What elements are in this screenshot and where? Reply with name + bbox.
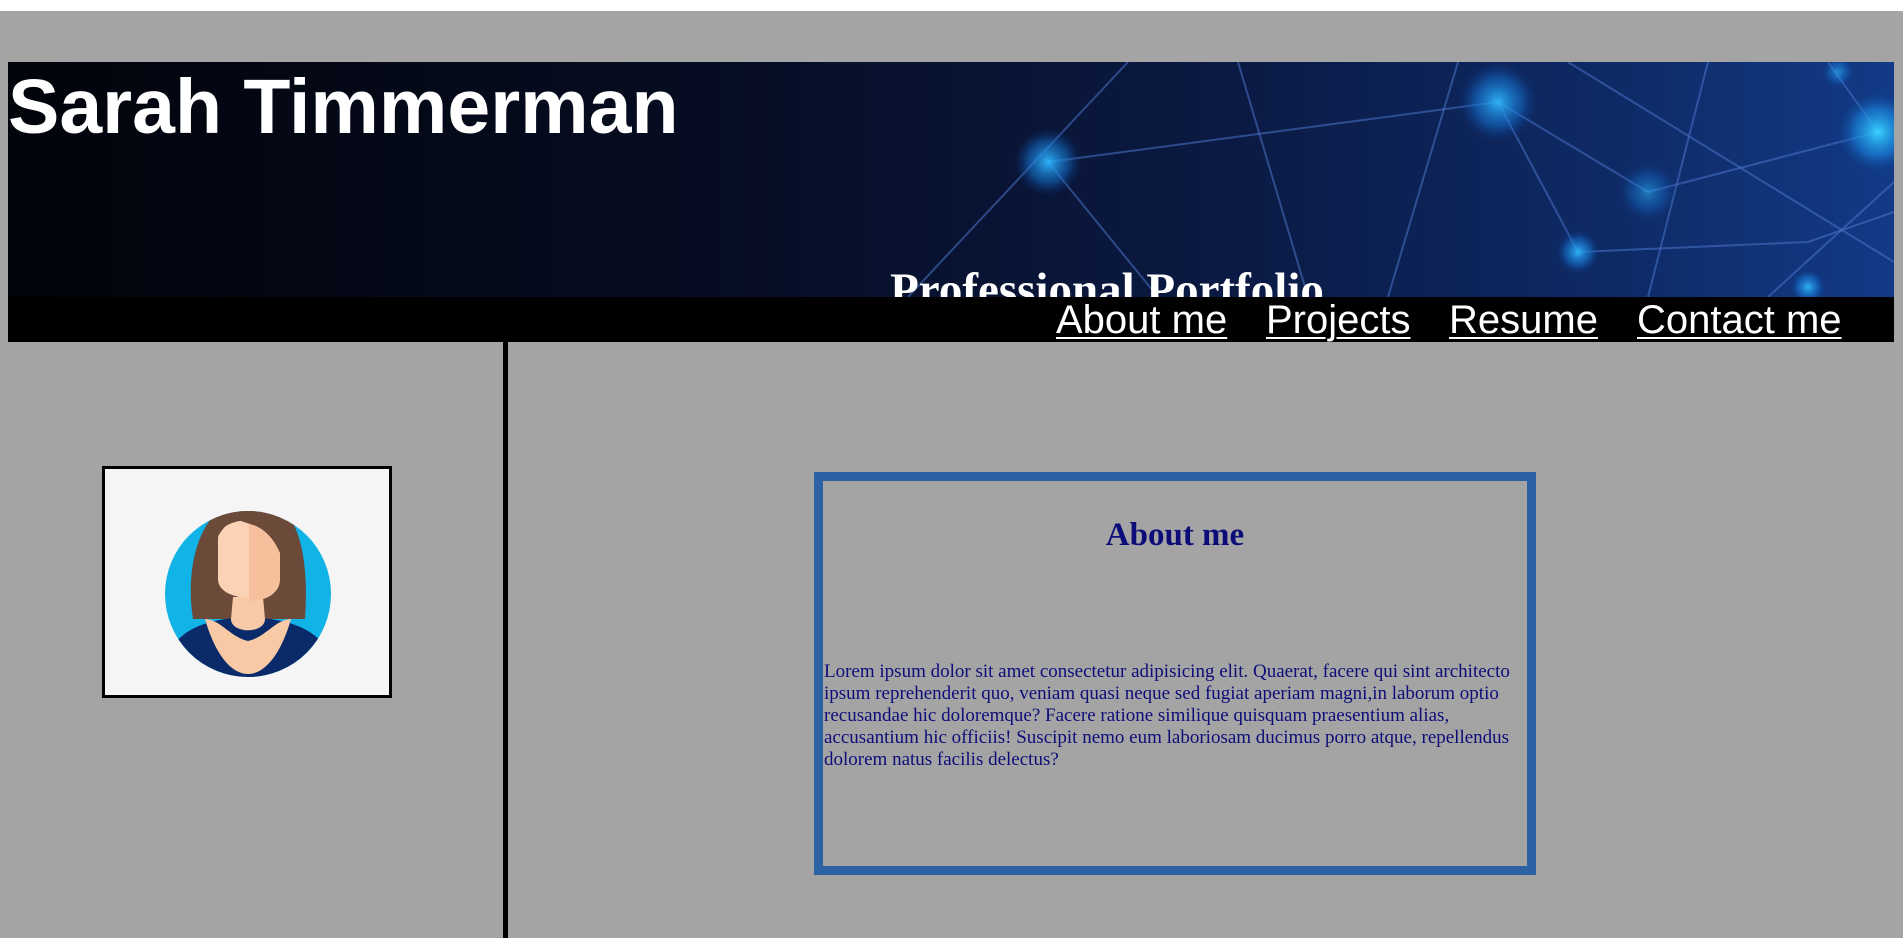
browser-top-strip xyxy=(0,0,1903,11)
nav-link-projects[interactable]: Projects xyxy=(1266,297,1411,343)
site-title: Sarah Timmerman xyxy=(8,64,679,150)
main-navbar: About me Projects Resume Contact me xyxy=(8,297,1894,342)
nav-link-about-me[interactable]: About me xyxy=(1056,297,1227,343)
nav-link-resume[interactable]: Resume xyxy=(1449,297,1598,343)
female-user-avatar-icon xyxy=(165,511,331,677)
about-paragraph: Lorem ipsum dolor sit amet consectetur a… xyxy=(824,661,1510,770)
about-heading: About me xyxy=(1105,517,1245,553)
about-me-card: About me Lorem ipsum dolor sit amet cons… xyxy=(814,472,1536,875)
sidebar-divider xyxy=(503,342,508,938)
profile-picture-frame xyxy=(102,466,392,698)
site-header: Sarah Timmerman Professional Portfolio xyxy=(8,62,1894,297)
nav-link-contact-me[interactable]: Contact me xyxy=(1637,297,1842,343)
site-subtitle: Professional Portfolio xyxy=(890,264,1324,297)
